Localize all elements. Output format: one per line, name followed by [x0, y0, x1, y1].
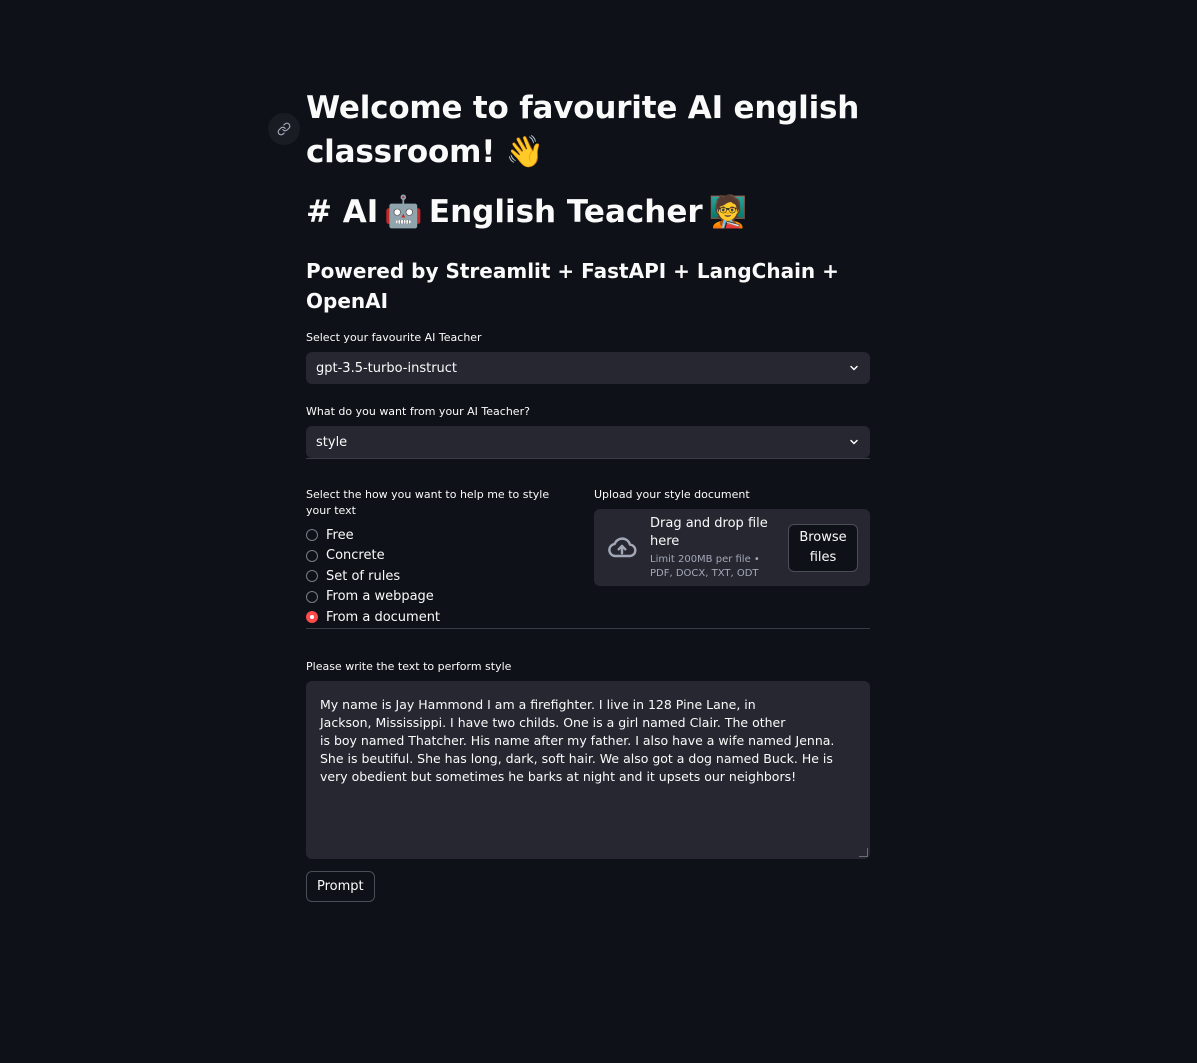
link-icon[interactable] — [268, 113, 300, 145]
upload-group: Upload your style document Drag and drop… — [594, 487, 870, 628]
chevron-down-icon — [850, 365, 858, 371]
task-select-value: style — [316, 434, 348, 450]
radio-option-from-document[interactable]: From a document — [306, 607, 552, 628]
main-content: Welcome to favourite AI english classroo… — [306, 86, 870, 902]
radio-option-label: From a document — [326, 609, 441, 625]
radio-option-label: Concrete — [326, 548, 385, 564]
teacher-icon: 🧑‍🏫 — [708, 194, 748, 230]
dropzone-limits: Limit 200MB per file • PDF, DOCX, TXT, O… — [650, 553, 760, 579]
teacher-title-prefix: # AI — [306, 194, 379, 230]
radio-circle — [306, 549, 318, 562]
text-input-group: Please write the text to perform style M… — [306, 659, 870, 859]
radio-option-free[interactable]: Free — [306, 525, 552, 546]
dropzone-text: Drag and drop file here Limit 200MB per … — [650, 515, 788, 581]
chevron-down-icon — [850, 439, 858, 445]
upload-label: Upload your style document — [594, 488, 750, 501]
page-title: Welcome to favourite AI english classroo… — [306, 90, 860, 170]
radio-option-concrete[interactable]: Concrete — [306, 546, 552, 567]
teacher-select-value: gpt-3.5-turbo-instruct — [316, 360, 458, 376]
teacher-select-label: Select your favourite AI Teacher — [306, 331, 482, 344]
teacher-title: # AI 🤖 English Teacher 🧑‍🏫 — [306, 190, 870, 234]
divider — [306, 458, 870, 459]
cloud-upload-icon — [608, 536, 637, 557]
style-options-row: Select the how you want to help me to st… — [306, 487, 870, 628]
task-select-label: What do you want from your AI Teacher? — [306, 405, 530, 418]
radio-circle — [306, 570, 318, 583]
radio-option-label: From a webpage — [326, 589, 434, 605]
powered-by-subtitle: Powered by Streamlit + FastAPI + LangCha… — [306, 259, 839, 313]
prompt-button[interactable]: Prompt — [306, 870, 375, 902]
robot-icon: 🤖 — [384, 194, 423, 230]
resize-handle[interactable] — [859, 847, 868, 857]
app-page: Welcome to favourite AI english classroo… — [0, 0, 1197, 1063]
radio-circle — [306, 529, 318, 542]
task-select[interactable]: style — [306, 426, 870, 458]
radio-option-label: Set of rules — [326, 568, 401, 584]
style-radio-group: Select the how you want to help me to st… — [306, 487, 552, 628]
task-select-group: What do you want from your AI Teacher? s… — [306, 404, 870, 458]
text-input-label: Please write the text to perform style — [306, 659, 512, 673]
divider — [306, 627, 870, 629]
browse-files-button[interactable]: Browse files — [788, 523, 858, 572]
dropzone-title: Drag and drop file here — [650, 515, 768, 549]
file-dropzone[interactable]: Drag and drop file here Limit 200MB per … — [594, 509, 870, 586]
teacher-title-main: English Teacher — [428, 194, 703, 230]
radio-option-set-of-rules[interactable]: Set of rules — [306, 566, 552, 587]
teacher-select[interactable]: gpt-3.5-turbo-instruct — [306, 352, 870, 384]
radio-option-label: Free — [326, 527, 354, 543]
radio-circle — [306, 590, 318, 603]
style-radio-label: Select the how you want to help me to st… — [306, 488, 550, 517]
teacher-select-group: Select your favourite AI Teacher gpt-3.5… — [306, 330, 870, 384]
radio-option-from-webpage[interactable]: From a webpage — [306, 587, 552, 608]
style-text-area[interactable]: My name is Jay Hammond I am a firefighte… — [306, 680, 870, 859]
style-text-value: My name is Jay Hammond I am a firefighte… — [320, 696, 835, 784]
radio-circle-selected — [306, 611, 318, 624]
